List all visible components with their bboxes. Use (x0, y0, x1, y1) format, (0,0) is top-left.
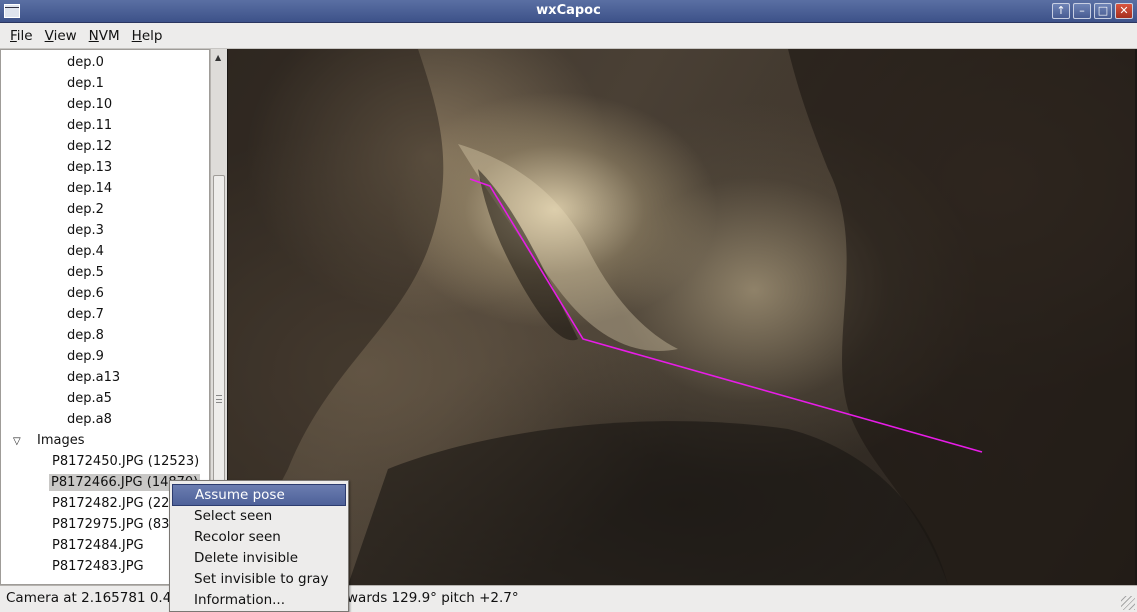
menu-file[interactable]: File (4, 28, 39, 44)
tree-item-dep[interactable]: dep.10 (1, 94, 209, 115)
menu-file-label: ile (16, 27, 33, 44)
tree-item-label: dep.9 (67, 349, 104, 364)
menu-item-information[interactable]: Information... (170, 590, 348, 611)
tree-item-label: P8172482.JPG (22 (52, 496, 170, 511)
status-text-right: wards 129.9° pitch +2.7° (347, 590, 519, 606)
tree-item-label: dep.11 (67, 118, 113, 133)
expand-triangle-icon[interactable]: ▽ (13, 431, 37, 452)
close-icon[interactable]: ✕ (1115, 3, 1133, 19)
tree-item-label: dep.7 (67, 307, 104, 322)
rock-floor (348, 421, 948, 585)
tree-item-label: dep.3 (67, 223, 104, 238)
menu-help[interactable]: Help (126, 28, 169, 44)
tree-item-dep[interactable]: dep.8 (1, 325, 209, 346)
tree-item-dep[interactable]: dep.a8 (1, 409, 209, 430)
tree-item-image[interactable]: P8172450.JPG (12523) (1, 451, 209, 472)
tree-item-label: dep.12 (67, 139, 113, 154)
menu-item-assume-pose[interactable]: Assume pose (172, 484, 346, 506)
tree-item-dep[interactable]: dep.9 (1, 346, 209, 367)
minimize-icon[interactable]: – (1073, 3, 1091, 19)
menu-file-mnemonic: F (10, 27, 17, 44)
tree-item-dep[interactable]: dep.3 (1, 220, 209, 241)
tree-item-label: dep.a13 (67, 370, 121, 385)
tree-item-dep[interactable]: dep.a13 (1, 367, 209, 388)
menu-item-set-invisible-gray[interactable]: Set invisible to gray (170, 569, 348, 590)
tree-item-label: dep.4 (67, 244, 104, 259)
tree-item-dep[interactable]: dep.6 (1, 283, 209, 304)
menu-view[interactable]: View (39, 28, 83, 44)
tree-item-dep[interactable]: dep.0 (1, 52, 209, 73)
tree-item-dep[interactable]: dep.7 (1, 304, 209, 325)
menu-nvm-mnemonic: N (88, 27, 99, 44)
tree-item-label: dep.a5 (67, 391, 112, 406)
scroll-up-arrow-icon[interactable]: ▲ (215, 53, 221, 62)
menu-view-label: iew (53, 27, 77, 44)
tree-item-dep[interactable]: dep.2 (1, 199, 209, 220)
viewport-overlay (228, 49, 1135, 585)
tree-item-label: dep.6 (67, 286, 104, 301)
tree-item-dep[interactable]: dep.13 (1, 157, 209, 178)
tree-item-dep[interactable]: dep.14 (1, 178, 209, 199)
tree-item-label: P8172484.JPG (52, 538, 144, 553)
tree-item-label: P8172483.JPG (52, 559, 144, 574)
tree-item-label: dep.13 (67, 160, 113, 175)
tree-item-label: dep.1 (67, 76, 104, 91)
menu-nvm[interactable]: NVM (83, 28, 126, 44)
tree-item-label: P8172450.JPG (12523) (52, 454, 200, 469)
tree-item-label: dep.14 (67, 181, 113, 196)
tree-item-label: dep.8 (67, 328, 104, 343)
tree-item-label: dep.0 (67, 55, 104, 70)
menu-bar: File View NVM Help (0, 23, 1137, 49)
menu-item-delete-invisible[interactable]: Delete invisible (170, 548, 348, 569)
resize-grip-icon[interactable] (1121, 596, 1135, 610)
tree-item-dep[interactable]: dep.12 (1, 136, 209, 157)
maximize-icon[interactable]: □ (1094, 3, 1112, 19)
tree-item-dep[interactable]: dep.1 (1, 73, 209, 94)
tree-item-dep[interactable]: dep.11 (1, 115, 209, 136)
tree-item-label: dep.a8 (67, 412, 112, 427)
menu-item-recolor-seen[interactable]: Recolor seen (170, 527, 348, 548)
status-text: Camera at 2.165781 0.46 (6, 590, 180, 606)
tree-item-label: P8172975.JPG (830 (52, 517, 178, 532)
menu-view-mnemonic: V (44, 27, 54, 44)
tree-item-dep[interactable]: dep.a5 (1, 388, 209, 409)
tree-item-dep[interactable]: dep.4 (1, 241, 209, 262)
menu-nvm-label: VM (98, 27, 120, 44)
scrollbar-grip-icon (216, 395, 222, 403)
window-controls: ↑ – □ ✕ (1052, 3, 1133, 19)
context-menu: Assume pose Select seen Recolor seen Del… (169, 480, 349, 612)
window-title: wxCapoc (536, 3, 601, 18)
tree-node-images[interactable]: ▽ Images (1, 430, 209, 451)
menu-item-select-seen[interactable]: Select seen (170, 506, 348, 527)
menu-help-label: elp (141, 27, 163, 44)
tree-item-label: dep.5 (67, 265, 104, 280)
tree-item-label: dep.10 (67, 97, 113, 112)
tree-item-label: dep.2 (67, 202, 104, 217)
menu-help-mnemonic: H (131, 27, 142, 44)
tree-item-dep[interactable]: dep.5 (1, 262, 209, 283)
tree-node-images-label: Images (37, 433, 85, 448)
up-arrow-icon[interactable]: ↑ (1052, 3, 1070, 19)
3d-viewport[interactable] (228, 49, 1135, 585)
title-bar: wxCapoc ↑ – □ ✕ (0, 0, 1137, 23)
